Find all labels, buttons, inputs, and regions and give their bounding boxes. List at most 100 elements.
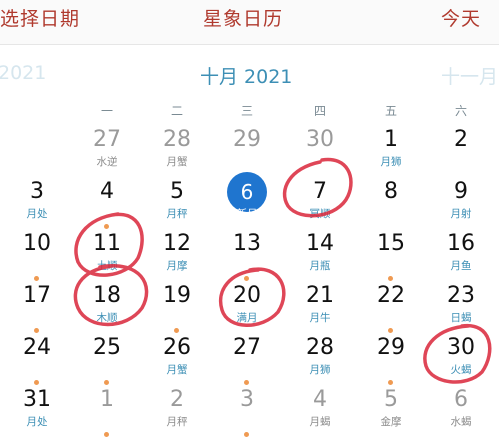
day-cell[interactable]: 4 bbox=[73, 180, 141, 238]
event-dot bbox=[34, 328, 39, 333]
day-cell[interactable]: 8 bbox=[357, 180, 425, 238]
day-cell[interactable]: 25 bbox=[73, 336, 141, 394]
day-number: 21 bbox=[306, 283, 334, 308]
day-cell[interactable]: 7 冥顺 bbox=[286, 180, 354, 238]
day-cell[interactable]: 21 月牛 bbox=[286, 284, 354, 342]
day-number: 15 bbox=[377, 231, 405, 256]
day-cell[interactable]: 19 bbox=[143, 284, 211, 342]
day-event-label: 土顺 bbox=[96, 260, 118, 272]
day-cell[interactable]: 23 日蝎 bbox=[427, 284, 495, 342]
day-number: 25 bbox=[93, 335, 121, 360]
day-number: 23 bbox=[447, 283, 475, 308]
event-dot bbox=[388, 328, 393, 333]
day-cell[interactable]: 2 月秤 bbox=[143, 388, 211, 446]
day-event-label: 新月 bbox=[236, 208, 258, 220]
day-cell[interactable]: 13 bbox=[213, 232, 281, 290]
day-number: 16 bbox=[447, 231, 475, 256]
day-number: 29 bbox=[233, 127, 261, 152]
day-cell[interactable]: 3 月处 bbox=[3, 180, 71, 238]
day-number: 5 bbox=[384, 387, 398, 412]
day-number: 1 bbox=[384, 127, 398, 152]
day-cell[interactable]: 22 bbox=[357, 284, 425, 342]
day-cell[interactable]: 15 bbox=[357, 232, 425, 290]
day-cell[interactable]: 12 月摩 bbox=[143, 232, 211, 290]
day-event-label: 月处 bbox=[26, 208, 48, 220]
day-number: 26 bbox=[163, 335, 191, 360]
day-event-label: 满月 bbox=[236, 312, 258, 324]
day-cell[interactable]: 5 金摩 bbox=[357, 388, 425, 446]
today-button[interactable]: 今天 bbox=[441, 4, 481, 31]
day-number: 2 bbox=[170, 387, 184, 412]
day-cell[interactable]: 6 水蝎 bbox=[427, 388, 495, 446]
day-event-label: 月蝎 bbox=[309, 416, 331, 428]
day-cell-today[interactable]: 6 新月 bbox=[213, 172, 281, 238]
day-event-label: 金摩 bbox=[380, 416, 402, 428]
day-number: 27 bbox=[93, 127, 121, 152]
day-number: 20 bbox=[233, 283, 261, 308]
day-number: 12 bbox=[163, 231, 191, 256]
day-number: 24 bbox=[23, 335, 51, 360]
day-event-label: 火蝎 bbox=[450, 364, 472, 376]
day-number: 6 bbox=[454, 387, 468, 412]
day-cell[interactable]: 9 月射 bbox=[427, 180, 495, 238]
day-cell[interactable]: 27 bbox=[213, 336, 281, 394]
day-cell[interactable]: 1 bbox=[73, 388, 141, 446]
day-cell[interactable]: 28 月狮 bbox=[286, 336, 354, 394]
month-label-current: 十月 2021 bbox=[200, 66, 293, 88]
day-number: 4 bbox=[313, 387, 327, 412]
day-cell[interactable]: 28 月蟹 bbox=[143, 128, 211, 186]
day-number: 18 bbox=[93, 283, 121, 308]
day-number: 31 bbox=[23, 387, 51, 412]
day-cell[interactable]: 10 bbox=[3, 232, 71, 290]
day-cell[interactable]: 14 月瓶 bbox=[286, 232, 354, 290]
day-event-label: 月秤 bbox=[166, 208, 188, 220]
month-label-prev[interactable]: 2021 bbox=[0, 62, 46, 84]
day-cell[interactable]: 30 火蝎 bbox=[427, 336, 495, 394]
day-cell[interactable]: 30 bbox=[286, 128, 354, 186]
day-cell[interactable]: 26 月蟹 bbox=[143, 336, 211, 394]
day-number: 19 bbox=[163, 283, 191, 308]
event-dot bbox=[34, 380, 39, 385]
month-label-next[interactable]: 十一月 bbox=[441, 62, 498, 89]
day-cell[interactable]: 3 bbox=[213, 388, 281, 446]
day-event-label: 月蟹 bbox=[166, 364, 188, 376]
day-cell[interactable]: 4 月蝎 bbox=[286, 388, 354, 446]
event-dot bbox=[104, 380, 109, 385]
event-dot bbox=[244, 276, 249, 281]
day-event-label: 水蝎 bbox=[450, 416, 472, 428]
weekday-label: 四 bbox=[313, 104, 326, 118]
day-number: 3 bbox=[240, 387, 254, 412]
day-number: 30 bbox=[447, 335, 475, 360]
day-event-label: 月蟹 bbox=[166, 156, 188, 168]
day-cell[interactable]: 17 bbox=[3, 284, 71, 342]
day-number: 6 bbox=[240, 180, 254, 204]
event-dot bbox=[388, 380, 393, 385]
day-number: 3 bbox=[30, 179, 44, 204]
day-cell[interactable]: 2 bbox=[427, 128, 495, 186]
event-dot bbox=[104, 224, 109, 229]
event-dot bbox=[388, 276, 393, 281]
event-dot bbox=[244, 380, 249, 385]
day-number: 28 bbox=[163, 127, 191, 152]
day-cell[interactable]: 31 月处 bbox=[3, 388, 71, 446]
event-dot bbox=[174, 328, 179, 333]
day-number: 4 bbox=[100, 179, 114, 204]
day-cell[interactable]: 16 月鱼 bbox=[427, 232, 495, 290]
day-cell[interactable]: 1 月狮 bbox=[357, 128, 425, 186]
day-number: 11 bbox=[93, 231, 121, 256]
select-date-button[interactable]: 选择日期 bbox=[0, 4, 80, 31]
weekday-label: 六 bbox=[454, 104, 467, 118]
day-event-label: 木顺 bbox=[96, 312, 118, 324]
day-number: 5 bbox=[170, 179, 184, 204]
day-cell[interactable]: 24 bbox=[3, 336, 71, 394]
day-cell[interactable]: 20 满月 bbox=[213, 284, 281, 342]
day-cell[interactable]: 5 月秤 bbox=[143, 180, 211, 238]
day-event-label: 月瓶 bbox=[309, 260, 331, 272]
day-number: 13 bbox=[233, 231, 261, 256]
day-cell[interactable]: 11 土顺 bbox=[73, 232, 141, 290]
day-cell[interactable]: 27 水逆 bbox=[73, 128, 141, 186]
day-number: 30 bbox=[306, 127, 334, 152]
day-cell[interactable]: 18 木顺 bbox=[73, 284, 141, 342]
day-cell[interactable]: 29 bbox=[357, 336, 425, 394]
day-event-label: 月射 bbox=[450, 208, 472, 220]
